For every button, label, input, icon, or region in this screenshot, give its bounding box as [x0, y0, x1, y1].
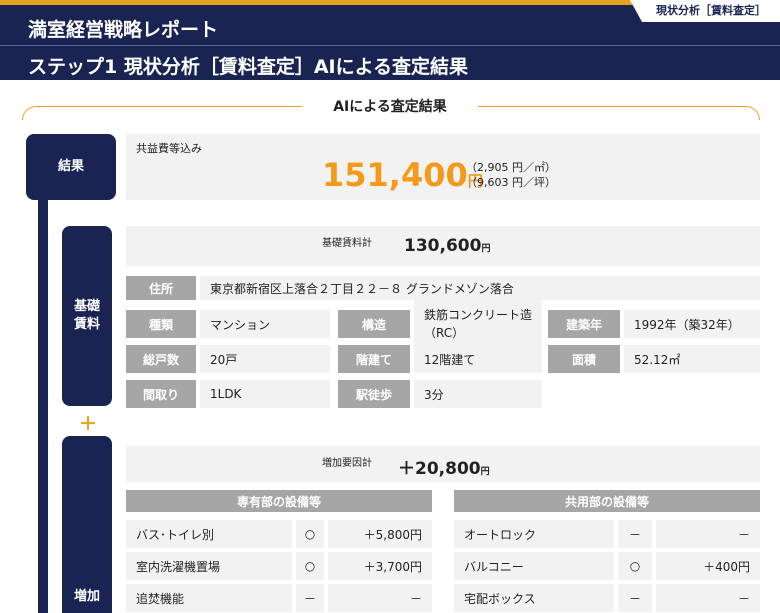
- increase-amount: ＋20,800円: [398, 454, 490, 479]
- plus-sign: ＋: [79, 414, 97, 435]
- type-value: マンション: [200, 310, 330, 338]
- common-item-name: 宅配ボックス: [454, 584, 614, 612]
- result-label: 結果: [26, 134, 116, 200]
- increase-caption: 増加要因計: [322, 458, 372, 469]
- base-rent-total-panel: 基礎賃料計 130,600円: [126, 226, 760, 266]
- common-item-mark: －: [618, 520, 652, 548]
- result-caption: 共益費等込み: [136, 142, 202, 155]
- area-label: 面積: [548, 345, 620, 373]
- increase-total-panel: 増加要因計 ＋20,800円: [126, 446, 760, 482]
- private-item-name: 室内洗濯機置場: [126, 552, 292, 580]
- common-item-value: ＋400円: [656, 552, 760, 580]
- result-label-text: 結果: [57, 159, 84, 174]
- type-label: 種類: [126, 310, 196, 338]
- private-item-value: －: [328, 584, 432, 612]
- report-title: 満室経営戦略レポート: [28, 19, 219, 41]
- common-item-value: －: [656, 520, 760, 548]
- base-rent-amount-unit: 円: [481, 244, 491, 254]
- private-item-mark: －: [296, 584, 324, 612]
- report-subtitle: ステップ1 現状分析［賃料査定］AIによる査定結果: [28, 56, 469, 78]
- base-rent-caption: 基礎賃料計: [322, 238, 372, 249]
- common-item-mark: －: [618, 584, 652, 612]
- result-unit-prices: （2,905 円／㎡） （9,603 円／坪）: [466, 160, 556, 190]
- structure-value-line1: 鉄筋コンクリート造: [424, 308, 533, 322]
- layout-value: 1LDK: [200, 380, 330, 408]
- side-bar: [38, 170, 48, 613]
- structure-value: 鉄筋コンクリート造 （RC）: [414, 300, 542, 348]
- address-value: 東京都新宿区上落合２丁目２２－８ グランドメゾン落合: [200, 276, 760, 300]
- private-item-mark: ○: [296, 552, 324, 580]
- area-value: 52.12㎡: [624, 345, 760, 373]
- base-rent-amount-value: 130,600: [404, 236, 482, 256]
- increase-amount-value: ＋20,800: [398, 459, 481, 479]
- increase-amount-unit: 円: [480, 467, 490, 477]
- structure-value-line2: （RC）: [424, 326, 465, 340]
- base-rent-label-line1: 基礎: [73, 299, 100, 314]
- section-title: AIによる査定結果: [333, 99, 447, 115]
- header-divider: [0, 45, 780, 46]
- result-per-tsubo: （9,603 円／坪）: [466, 176, 556, 189]
- private-item-value: ＋5,800円: [328, 520, 432, 548]
- structure-label: 構造: [338, 310, 410, 338]
- increase-label: 増加: [62, 436, 112, 613]
- common-facilities-header: 共用部の設備等: [454, 490, 760, 512]
- common-item-mark: ○: [618, 552, 652, 580]
- private-item-name: バス･トイレ別: [126, 520, 292, 548]
- result-amount: 151,400円: [322, 156, 483, 194]
- built-year-label: 建築年: [548, 310, 620, 338]
- private-item-value: ＋3,700円: [328, 552, 432, 580]
- private-item-mark: ○: [296, 520, 324, 548]
- address-label: 住所: [126, 276, 196, 300]
- result-panel: 共益費等込み 151,400円 （2,905 円／㎡） （9,603 円／坪）: [126, 134, 760, 200]
- common-item-name: オートロック: [454, 520, 614, 548]
- common-item-value: －: [656, 584, 760, 612]
- base-rent-label-line2: 賃料: [73, 317, 100, 332]
- result-per-sqm: （2,905 円／㎡）: [466, 161, 556, 174]
- report-header: 現状分析［賃料査定］ 満室経営戦略レポート ステップ1 現状分析［賃料査定］AI…: [0, 0, 780, 80]
- built-year-value: 1992年（築32年）: [624, 310, 760, 338]
- section-tag: 現状分析［賃料査定］: [630, 0, 780, 22]
- layout-label: 間取り: [126, 380, 196, 408]
- floors-value: 12階建て: [414, 345, 542, 373]
- base-rent-amount: 130,600円: [404, 236, 490, 256]
- units-label: 総戸数: [126, 345, 196, 373]
- base-rent-label: 基礎 賃料: [62, 226, 112, 406]
- units-value: 20戸: [200, 345, 330, 373]
- private-item-name: 追焚機能: [126, 584, 292, 612]
- floors-label: 階建て: [338, 345, 410, 373]
- common-item-name: バルコニー: [454, 552, 614, 580]
- result-amount-value: 151,400: [322, 156, 468, 194]
- station-walk-value: 3分: [414, 380, 542, 408]
- private-facilities-header: 専有部の設備等: [126, 490, 432, 512]
- station-walk-label: 駅徒歩: [338, 380, 410, 408]
- increase-label-text: 増加: [73, 589, 100, 604]
